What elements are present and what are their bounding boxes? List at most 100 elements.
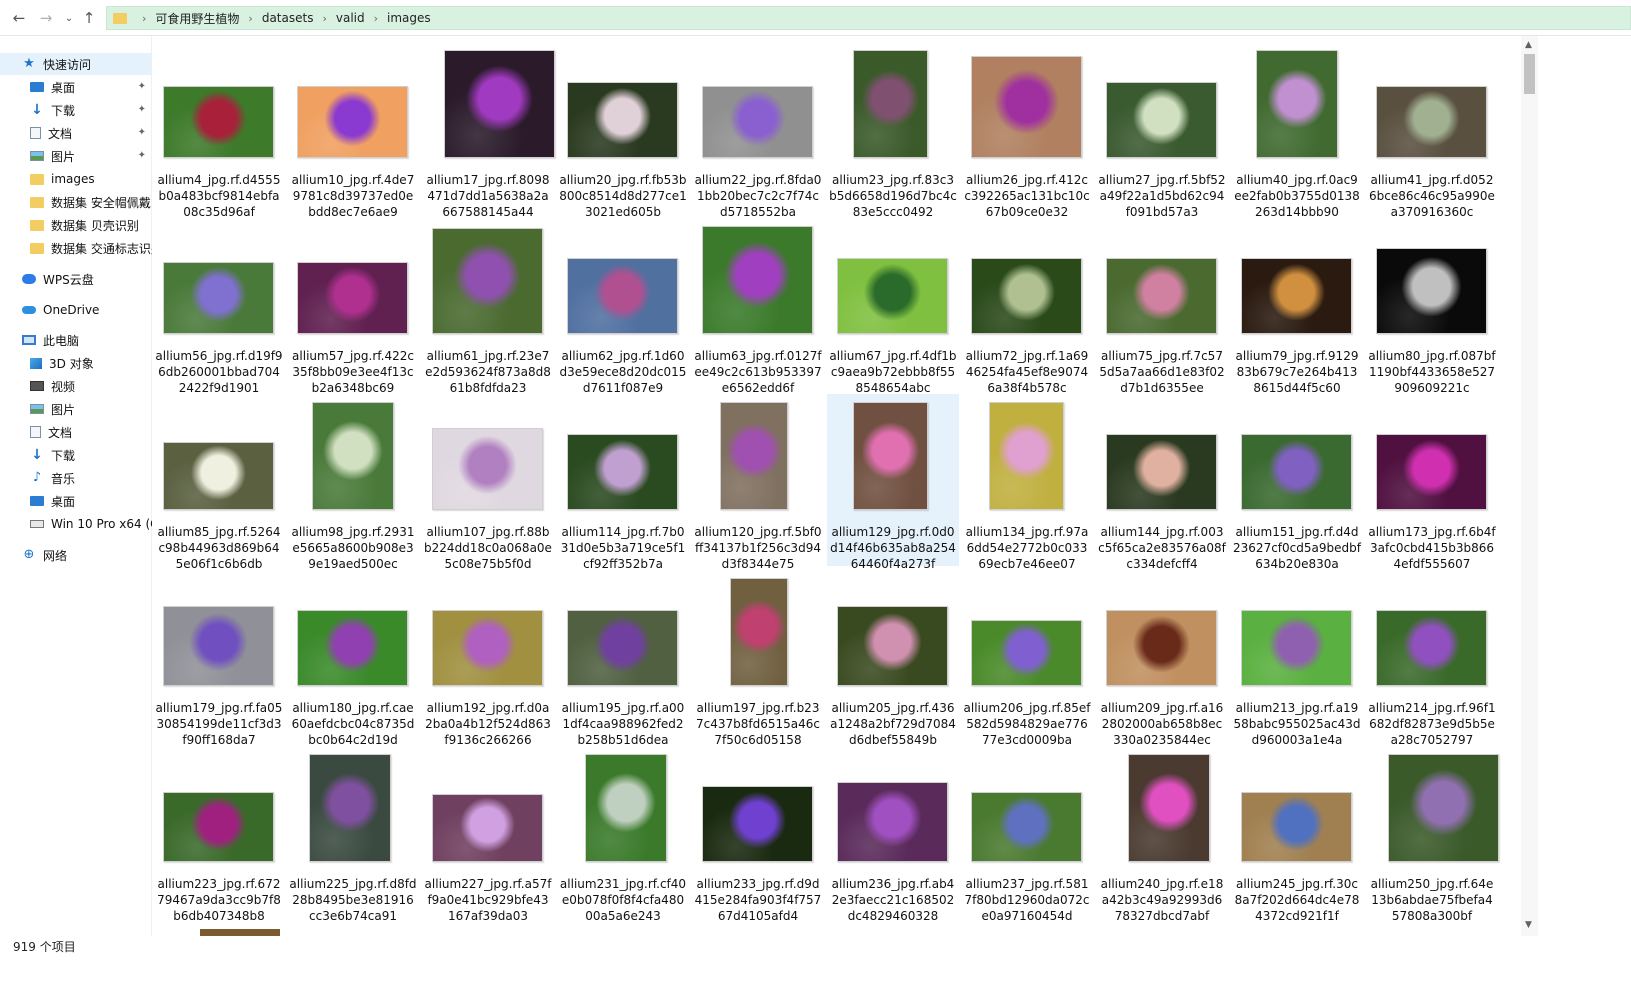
breadcrumb-item[interactable]: datasets (262, 11, 314, 25)
sidebar-item[interactable]: ↓ 下载 (0, 444, 152, 466)
file-tile[interactable]: allium209_jpg.rf.a162802000ab658b8ec330a… (1096, 570, 1228, 747)
file-tile[interactable]: allium80_jpg.rf.087bf1190bf4433658e52790… (1366, 218, 1498, 395)
file-tile[interactable]: allium195_jpg.rf.a001df4caa988962fed2b25… (557, 570, 689, 747)
sidebar-item[interactable]: Win 10 Pro x64 (C:) (0, 513, 152, 535)
file-tile[interactable]: allium129_jpg.rf.0d0d14f46b635ab8a254644… (827, 394, 959, 571)
back-arrow-icon[interactable]: ← (8, 7, 30, 29)
image-thumbnail (312, 402, 394, 510)
file-tile[interactable]: allium85_jpg.rf.5264c98b44963d869b645e06… (153, 394, 285, 571)
file-tile[interactable]: allium151_jpg.rf.d4d23627cf0cd5a9bedbf63… (1231, 394, 1363, 571)
file-tile[interactable]: allium180_jpg.rf.cae60aefdcbc04c8735dbc0… (287, 570, 419, 747)
file-tile[interactable]: allium192_jpg.rf.d0a2ba0a4b12f524d863f91… (422, 570, 554, 747)
sidebar-item[interactable]: 桌面 (0, 490, 152, 512)
sidebar-item-label: 数据集 贝壳识别 (51, 218, 139, 233)
scrollbar-thumb[interactable] (1524, 54, 1535, 94)
file-tile[interactable]: allium26_jpg.rf.412cc392265ac131bc10c67b… (961, 42, 1093, 219)
image-thumbnail (971, 258, 1082, 334)
file-tile[interactable]: allium67_jpg.rf.4df1bc9aea9b72ebbb8f5585… (827, 218, 959, 395)
file-tile[interactable]: allium144_jpg.rf.003c5f65ca2e83576a08fc3… (1096, 394, 1228, 571)
folder-icon (30, 173, 44, 185)
scroll-down-arrow-icon[interactable]: ▼ (1525, 920, 1532, 930)
file-tile[interactable]: allium205_jpg.rf.436a1248a2bf729d7084d6d… (827, 570, 959, 747)
file-name: allium179_jpg.rf.fa0530854199de11cf3d3f9… (155, 701, 283, 747)
file-tile[interactable]: allium23_jpg.rf.83c3b5d6658d196d7bc4c83e… (827, 42, 959, 219)
sidebar-item[interactable]: 图片 (0, 398, 152, 420)
drive-icon (30, 520, 44, 528)
sidebar-item[interactable]: 文档 ✦ (0, 122, 152, 144)
file-tile[interactable]: allium107_jpg.rf.88bb224dd18c0a068a0e5c0… (422, 394, 554, 571)
breadcrumb-item[interactable]: 可食用野生植物 (155, 10, 239, 27)
file-tile[interactable]: allium134_jpg.rf.97a6dd54e2772b0c03369ec… (961, 394, 1093, 571)
sidebar-item[interactable]: WPS云盘 (0, 268, 152, 290)
address-bar[interactable]: › 可食用野生植物 › datasets › valid › images (106, 6, 1631, 30)
scroll-up-arrow-icon[interactable]: ▲ (1525, 40, 1532, 50)
sidebar-item[interactable]: 文档 (0, 421, 152, 443)
file-tile[interactable]: allium20_jpg.rf.fb53b800c8514d8d277ce130… (557, 42, 689, 219)
file-name: allium225_jpg.rf.d8fd28b8495be3e81916cc3… (289, 877, 417, 923)
sidebar-item-label: 网络 (43, 548, 68, 563)
sidebar-item[interactable]: 此电脑 (0, 329, 152, 351)
vertical-scrollbar[interactable]: ▲ ▼ (1521, 36, 1538, 936)
file-name: allium227_jpg.rf.a57ff9a0e41bc929bfe4316… (424, 877, 552, 923)
file-tile[interactable]: allium223_jpg.rf.67279467a9da3cc9b7f8b6d… (153, 746, 285, 923)
sidebar-item[interactable]: ★ 快速访问 (0, 53, 152, 75)
image-thumbnail (1376, 434, 1487, 510)
sidebar-item[interactable]: ♪ 音乐 (0, 467, 152, 489)
breadcrumb-item[interactable]: valid (336, 11, 365, 25)
file-tile[interactable]: allium17_jpg.rf.8098471d7dd1a5638a2a6675… (422, 42, 555, 219)
file-tile[interactable]: allium240_jpg.rf.e18a42b3c49a92993d67832… (1096, 746, 1228, 923)
sidebar-item[interactable]: ⊕ 网络 (0, 544, 152, 566)
image-thumbnail (720, 402, 788, 510)
file-name: allium41_jpg.rf.d0526bce86c46c95a990ea37… (1369, 173, 1495, 219)
file-tile[interactable]: allium179_jpg.rf.fa0530854199de11cf3d3f9… (153, 570, 285, 747)
file-tile[interactable]: allium245_jpg.rf.30c8a7f202d664dc4e78437… (1231, 746, 1363, 923)
file-tile[interactable]: allium41_jpg.rf.d0526bce86c46c95a990ea37… (1366, 42, 1498, 219)
file-tile[interactable]: allium98_jpg.rf.2931e5665a8600b908e39e19… (287, 394, 419, 571)
sidebar-item[interactable]: 图片 ✦ (0, 145, 152, 167)
file-tile[interactable]: allium237_jpg.rf.5817f80bd12960da072ce0a… (961, 746, 1093, 923)
file-tile[interactable]: allium4_jpg.rf.d4555b0a483bcf9814ebfa08c… (153, 42, 285, 219)
file-tile[interactable]: allium63_jpg.rf.0127fee49c2c613b953397e6… (692, 218, 824, 395)
file-tile[interactable]: allium22_jpg.rf.8fda01bb20bec7c2c7f74cd5… (692, 42, 824, 219)
sidebar-item[interactable]: OneDrive (0, 299, 152, 321)
file-tile[interactable]: allium62_jpg.rf.1d60d3e59ece8d20dc015d76… (557, 218, 689, 395)
file-tile[interactable]: allium27_jpg.rf.5bf52a49f22a1d5bd62c94f0… (1096, 42, 1228, 219)
image-thumbnail (432, 428, 543, 510)
sidebar-item[interactable]: 桌面 ✦ (0, 76, 152, 98)
sidebar-item[interactable]: 视频 (0, 375, 152, 397)
file-tile[interactable]: allium120_jpg.rf.5bf0ff34137b1f256c3d94d… (692, 394, 824, 571)
sidebar-item[interactable]: images (0, 168, 152, 190)
sidebar-item[interactable]: ↓ 下载 ✦ (0, 99, 152, 121)
file-tile[interactable]: allium213_jpg.rf.a1958babc955025ac43dd96… (1231, 570, 1363, 747)
sidebar-item[interactable]: 数据集 安全帽佩戴 (0, 191, 152, 213)
file-tile[interactable]: allium173_jpg.rf.6b4f3afc0cbd415b3b8664e… (1366, 394, 1498, 571)
file-tile[interactable]: allium250_jpg.rf.64e13b6abdae75fbefa4578… (1366, 746, 1499, 923)
file-tile[interactable]: allium197_jpg.rf.b237c437b8fd6515a46c7f5… (692, 570, 824, 747)
file-tile[interactable]: allium61_jpg.rf.23e7e2d593624f873a8d861b… (422, 218, 554, 395)
file-tile[interactable]: allium56_jpg.rf.d19f96db260001bbad704242… (153, 218, 285, 395)
file-tile[interactable]: allium231_jpg.rf.cf40e0b078f0f8f4cfa4800… (557, 746, 689, 923)
sidebar-item[interactable]: 数据集 贝壳识别 (0, 214, 152, 236)
file-name: allium129_jpg.rf.0d0d14f46b635ab8a254644… (830, 525, 956, 571)
recent-locations-chevron-icon[interactable]: ⌄ (58, 7, 80, 29)
file-tile[interactable]: allium79_jpg.rf.912983b679c7e264b4138615… (1231, 218, 1363, 395)
up-arrow-icon[interactable]: ↑ (78, 7, 100, 29)
breadcrumb-item[interactable]: images (387, 11, 431, 25)
file-tile[interactable]: allium206_jpg.rf.85ef582d5984829ae77677e… (961, 570, 1093, 747)
file-tile[interactable]: allium227_jpg.rf.a57ff9a0e41bc929bfe4316… (422, 746, 554, 923)
file-tile[interactable]: allium57_jpg.rf.422c35f8bb09e3ee4f13cb2a… (287, 218, 419, 395)
file-tile[interactable]: allium233_jpg.rf.d9d415e284fa903f4f75767… (692, 746, 824, 923)
file-tile[interactable]: allium40_jpg.rf.0ac9ee2fab0b3755d0138263… (1231, 42, 1363, 219)
sidebar-item[interactable]: 数据集 交通标志识别 (0, 237, 152, 259)
file-tile[interactable]: allium72_jpg.rf.1a6946254fa45ef8e90746a3… (961, 218, 1093, 395)
pin-icon: ✦ (137, 81, 146, 92)
file-tile[interactable]: allium114_jpg.rf.7b031d0e5b3a719ce5f1cf9… (557, 394, 689, 571)
forward-arrow-icon[interactable]: → (35, 7, 57, 29)
image-thumbnail (444, 50, 555, 158)
file-tile[interactable]: allium75_jpg.rf.7c575d5a7aa66d1e83f02d7b… (1096, 218, 1228, 395)
sidebar-item[interactable]: 3D 对象 (0, 352, 152, 374)
file-tile[interactable]: allium214_jpg.rf.96f1682df82873e9d5b5ea2… (1366, 570, 1498, 747)
file-tile[interactable]: allium10_jpg.rf.4de79781c8d39737ed0ebdd8… (287, 42, 419, 219)
file-tile[interactable]: allium225_jpg.rf.d8fd28b8495be3e81916cc3… (287, 746, 419, 923)
file-tile[interactable]: allium236_jpg.rf.ab42e3faecc21c168502dc4… (827, 746, 959, 923)
